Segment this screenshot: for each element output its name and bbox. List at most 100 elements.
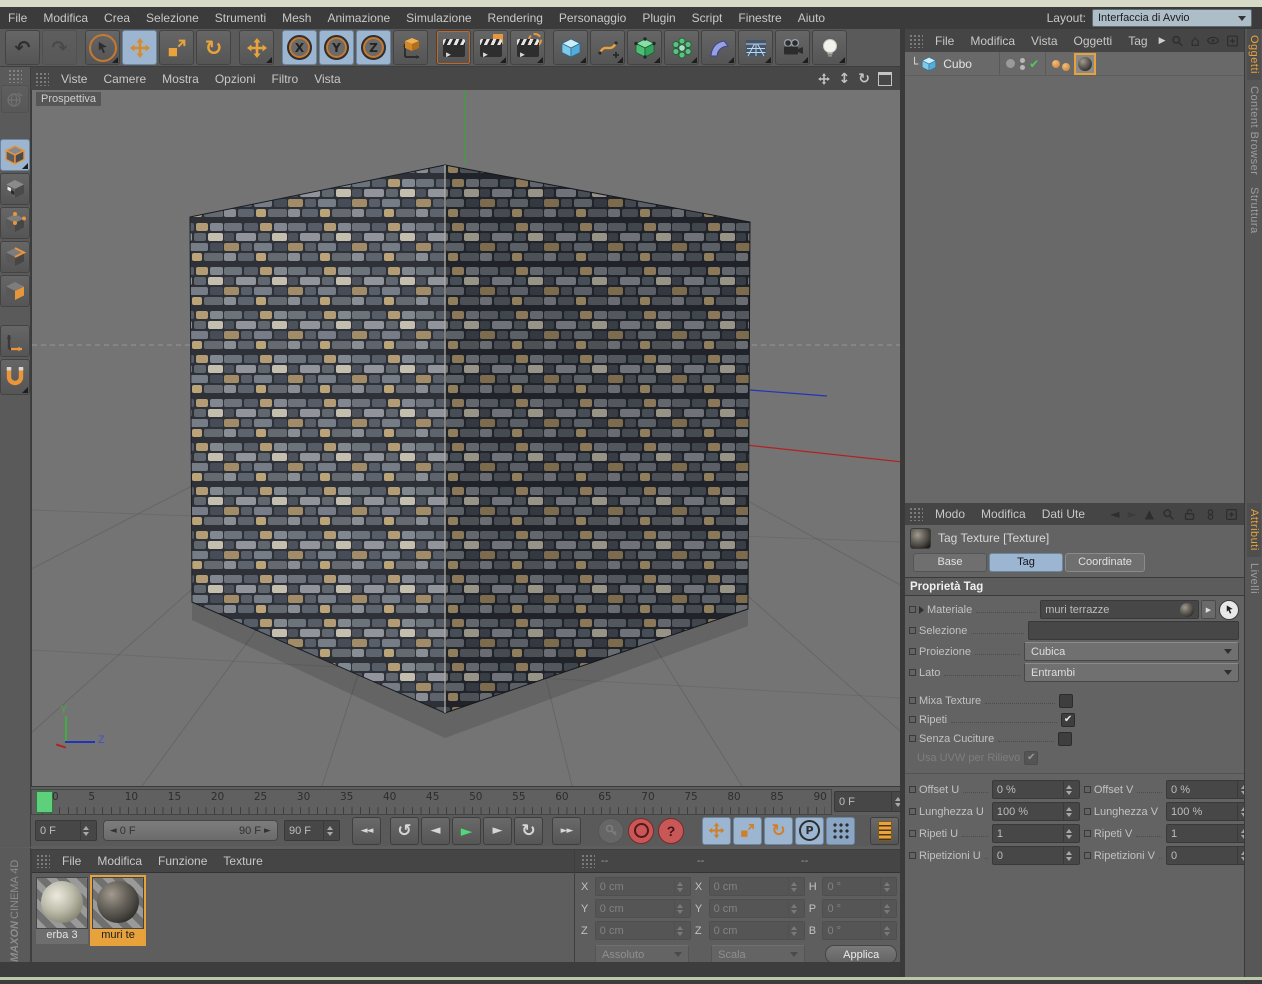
material-item-selected[interactable]: muri te <box>92 877 144 944</box>
coord-rot-h-field[interactable]: 0 ° <box>822 877 897 896</box>
phong-tag-icon[interactable] <box>1062 63 1070 71</box>
light-button[interactable] <box>812 30 847 65</box>
material-menu-funzione[interactable]: Funzione <box>150 852 215 870</box>
viewport-menu-mostra[interactable]: Mostra <box>154 70 207 88</box>
menu-mesh[interactable]: Mesh <box>274 9 319 27</box>
menu-animazione[interactable]: Animazione <box>319 9 398 27</box>
lunghezza-v-field[interactable]: 100 % <box>1166 802 1254 821</box>
menu-plugin[interactable]: Plugin <box>634 9 683 27</box>
key-parameter-toggle[interactable]: P <box>795 817 824 845</box>
texture-mode-button[interactable] <box>0 173 30 205</box>
polygons-mode-button[interactable] <box>0 275 30 307</box>
track-bullet[interactable] <box>909 648 916 655</box>
expand-icon[interactable] <box>919 606 924 614</box>
menu-crea[interactable]: Crea <box>96 9 138 27</box>
coord-scale-z-field[interactable]: 0 cm <box>709 921 805 940</box>
deformer-button[interactable] <box>701 30 736 65</box>
material-menu-texture[interactable]: Texture <box>215 852 270 870</box>
track-bullet[interactable] <box>909 697 916 704</box>
menu-personaggio[interactable]: Personaggio <box>551 9 634 27</box>
viewport-menu-vista[interactable]: Vista <box>306 70 348 88</box>
track-bullet[interactable] <box>909 669 916 676</box>
render-visibility-dot[interactable] <box>1020 65 1025 70</box>
spline-button[interactable] <box>590 30 625 65</box>
track-bullet[interactable] <box>909 830 916 837</box>
tab-base[interactable]: Base <box>913 553 987 572</box>
tab-coordinate[interactable]: Coordinate <box>1065 553 1145 572</box>
coord-rot-p-field[interactable]: 0 ° <box>822 899 897 918</box>
menu-file[interactable]: File <box>0 9 35 27</box>
viewport-zoom-icon[interactable]: ↕ <box>839 71 851 87</box>
edges-mode-button[interactable] <box>0 241 30 273</box>
range-right-arrow-icon[interactable]: ► <box>264 826 271 836</box>
key-position-toggle[interactable] <box>702 817 731 845</box>
tab-livelli[interactable]: Livelli <box>1247 557 1261 600</box>
offset-v-field[interactable]: 0 % <box>1166 780 1254 799</box>
mixa-texture-checkbox[interactable] <box>1059 694 1073 708</box>
viewport-menu-opzioni[interactable]: Opzioni <box>207 70 264 88</box>
play-button[interactable]: ► <box>452 817 481 845</box>
coord-rot-b-field[interactable]: 0 ° <box>822 921 897 940</box>
tab-content-browser[interactable]: Content Browser <box>1247 80 1261 181</box>
array-modeling-button[interactable] <box>664 30 699 65</box>
viewport-rotate-icon[interactable]: ↻ <box>858 71 870 87</box>
lunghezza-u-field[interactable]: 100 % <box>992 802 1080 821</box>
goto-end-button[interactable]: ►► <box>552 817 581 845</box>
history-forward-icon[interactable]: ► <box>1128 507 1137 521</box>
ripetizioni-u-field[interactable]: 0 <box>992 846 1080 865</box>
menu-finestre[interactable]: Finestre <box>730 9 789 27</box>
material-item[interactable]: erba 3 <box>36 877 88 944</box>
viewport-maximize-icon[interactable] <box>878 72 892 86</box>
scale-tool-button[interactable] <box>159 30 194 65</box>
camera-button[interactable] <box>775 30 810 65</box>
x-axis-lock-button[interactable]: X <box>282 30 317 65</box>
tab-oggetti[interactable]: Oggetti <box>1247 29 1261 80</box>
redo-button[interactable]: ↷ <box>42 30 77 65</box>
home-icon[interactable]: ⌂ <box>1191 32 1201 50</box>
coord-pos-x-field[interactable]: 0 cm <box>595 877 691 896</box>
timeline-window-button[interactable] <box>870 817 899 845</box>
last-tool-button[interactable] <box>239 30 274 65</box>
search-icon[interactable] <box>1162 508 1175 521</box>
lato-dropdown[interactable]: Entrambi <box>1024 663 1239 682</box>
om-menu-oggetti[interactable]: Oggetti <box>1066 32 1121 50</box>
ruler-frame-field[interactable]: 0 F <box>834 791 908 812</box>
add-panel-icon[interactable] <box>1225 508 1238 521</box>
menu-modifica[interactable]: Modifica <box>35 9 96 27</box>
current-frame-marker[interactable] <box>36 791 53 813</box>
track-bullet[interactable] <box>1084 786 1091 793</box>
ripeti-v-field[interactable]: 1 <box>1166 824 1254 843</box>
subdivision-surface-button[interactable] <box>627 30 662 65</box>
track-mode-icon[interactable] <box>1204 508 1217 521</box>
menu-script[interactable]: Script <box>684 9 731 27</box>
add-panel-icon[interactable] <box>1226 34 1239 48</box>
am-menu-modo[interactable]: Modo <box>927 505 973 523</box>
coord-pos-z-field[interactable]: 0 cm <box>595 921 691 940</box>
goto-start-button[interactable]: ◄◄ <box>352 817 381 845</box>
filter-eye-icon[interactable] <box>1206 33 1220 48</box>
prev-key-button[interactable]: ↺ <box>390 817 419 845</box>
ripetizioni-v-field[interactable]: 0 <box>1166 846 1254 865</box>
spinner-icon[interactable] <box>323 821 335 840</box>
range-left-arrow-icon[interactable]: ◄ <box>110 826 117 836</box>
next-key-button[interactable]: ↻ <box>514 817 543 845</box>
live-selection-button[interactable] <box>85 30 120 65</box>
coord-scale-x-field[interactable]: 0 cm <box>709 877 805 896</box>
floor-environment-button[interactable] <box>738 30 773 65</box>
undo-button[interactable]: ↶ <box>5 30 40 65</box>
record-key-button[interactable] <box>598 818 624 844</box>
am-menu-modifica[interactable]: Modifica <box>973 505 1034 523</box>
render-view-button[interactable] <box>436 30 471 65</box>
render-region-button[interactable] <box>473 30 508 65</box>
track-bullet[interactable] <box>909 716 916 723</box>
timeline-ruler[interactable]: 0 5 10 15 20 25 30 35 40 45 50 55 60 65 … <box>31 789 832 815</box>
track-bullet[interactable] <box>909 808 916 815</box>
object-name[interactable]: Cubo <box>943 57 999 71</box>
spinner-icon[interactable] <box>80 821 92 840</box>
editor-visibility-dot[interactable] <box>1006 59 1015 68</box>
y-axis-lock-button[interactable]: Y <box>319 30 354 65</box>
viewport-camera-label[interactable]: Prospettiva <box>36 92 101 106</box>
cube-object-icon[interactable] <box>920 55 938 73</box>
coord-pos-y-field[interactable]: 0 cm <box>595 899 691 918</box>
texture-tag-icon[interactable] <box>1074 53 1096 75</box>
